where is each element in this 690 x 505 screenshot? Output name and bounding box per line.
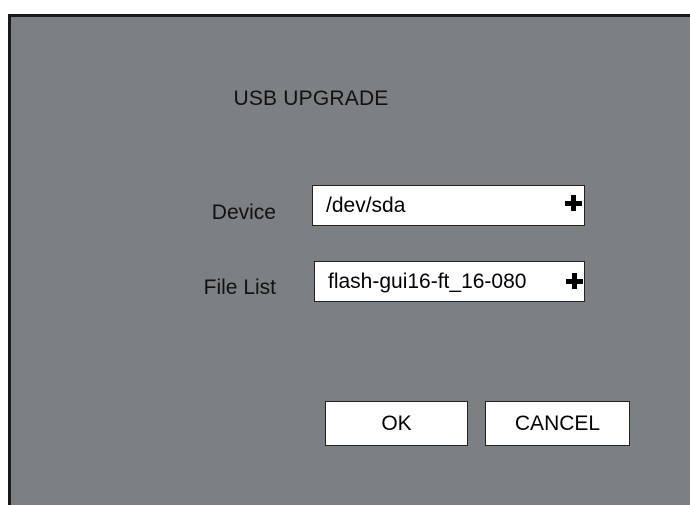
plus-icon[interactable] [565, 194, 583, 212]
ok-button[interactable]: OK [325, 401, 468, 446]
file-list-select[interactable]: flash-gui16-ft_16-080 [314, 261, 585, 302]
device-value: /dev/sda [326, 194, 406, 217]
device-label: Device [211, 201, 276, 224]
device-select[interactable]: /dev/sda [312, 185, 585, 226]
plus-icon[interactable] [566, 272, 584, 290]
file-list-value: flash-gui16-ft_16-080 [328, 270, 527, 293]
dialog-title: USB UPGRADE [233, 87, 389, 110]
usb-upgrade-dialog: USB UPGRADE Device /dev/sda File List fl… [8, 14, 690, 505]
cancel-button[interactable]: CANCEL [485, 401, 630, 446]
file-list-label: File List [203, 276, 276, 299]
